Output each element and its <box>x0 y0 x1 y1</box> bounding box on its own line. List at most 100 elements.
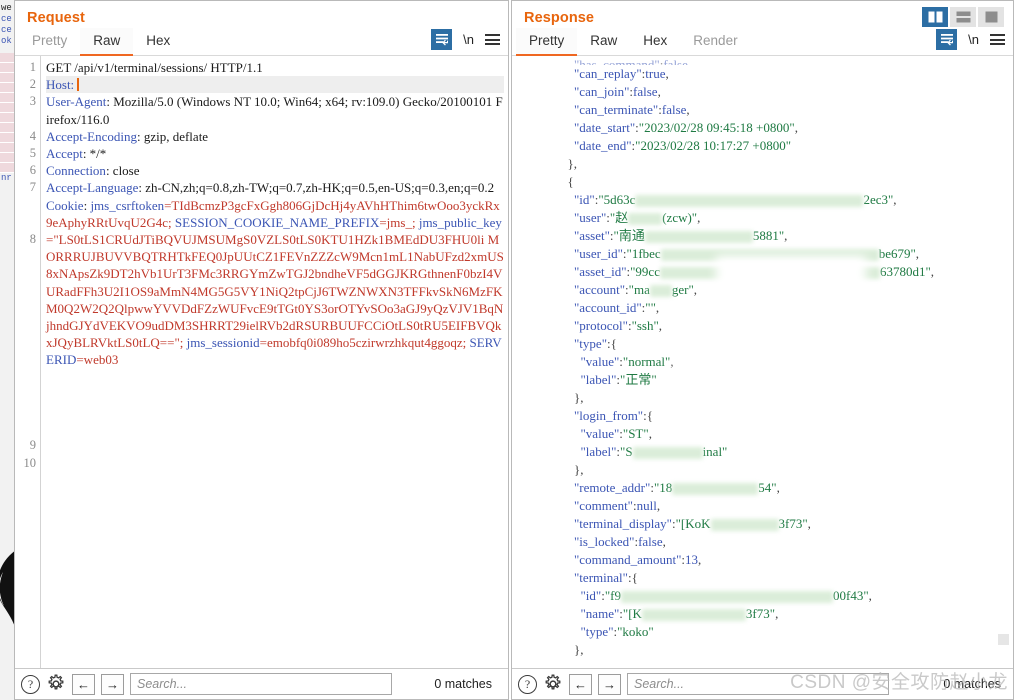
tab-request-pretty[interactable]: Pretty <box>19 28 80 55</box>
gear-icon[interactable] <box>46 674 66 694</box>
json-token: 5881" <box>752 228 785 243</box>
tab-response-raw[interactable]: Raw <box>577 28 630 55</box>
request-line: Connection: close <box>46 162 504 179</box>
response-line: "type":{ <box>561 335 1009 353</box>
response-line: "can_join":false, <box>561 83 1009 101</box>
response-line: "label":"S inal" <box>561 443 1009 461</box>
json-token: null <box>636 498 657 513</box>
redacted-value <box>621 591 833 604</box>
json-token: "command_amount" <box>574 552 682 567</box>
json-token: "account" <box>574 282 626 297</box>
arrow-left-icon[interactable]: ← <box>72 673 95 695</box>
request-search-input[interactable]: Search... <box>130 673 392 695</box>
tab-response-render[interactable]: Render <box>680 28 750 55</box>
json-token: "[KoK <box>675 516 711 531</box>
tab-request-raw[interactable]: Raw <box>80 28 134 56</box>
json-token: "type" <box>580 624 614 639</box>
code-token: Accept-Language <box>46 180 139 196</box>
json-token: "user_id" <box>574 246 623 261</box>
json-token: , <box>686 102 690 117</box>
tab-request-hex[interactable]: Hex <box>133 28 183 55</box>
json-token: "login_from" <box>574 408 644 423</box>
json-token: (zcw)" <box>662 210 698 225</box>
json-token: , <box>648 426 652 441</box>
response-line: "account":"ma ger", <box>561 281 1009 299</box>
json-token: , <box>697 210 701 225</box>
arrow-right-icon[interactable]: → <box>101 673 124 695</box>
text-caret <box>77 78 79 92</box>
json-token: , <box>775 606 779 621</box>
json-token: "asset" <box>574 228 610 243</box>
json-token: "is_locked" <box>574 534 635 549</box>
word-wrap-icon[interactable] <box>936 29 958 50</box>
code-token: : */* <box>82 146 107 162</box>
help-icon[interactable]: ? <box>518 674 537 694</box>
json-token: "comment" <box>574 498 633 513</box>
request-title: Request <box>27 10 85 26</box>
line-number <box>15 386 36 403</box>
json-token: , <box>868 588 872 603</box>
response-line: "comment":null, <box>561 497 1009 515</box>
json-token: "18 <box>653 480 673 495</box>
code-token: Accept-Encoding <box>46 128 137 144</box>
json-token: "" <box>645 300 656 315</box>
arrow-right-icon[interactable]: → <box>598 673 621 695</box>
gear-icon[interactable] <box>543 674 563 694</box>
json-token: "ssh" <box>631 318 659 333</box>
response-body[interactable]: "has_command":false, "can_replay":true, … <box>556 56 1013 668</box>
json-token: 63780d1" <box>879 264 931 279</box>
two-column-icon[interactable] <box>922 7 948 27</box>
line-number: 10 <box>23 455 37 470</box>
layout-toggle-group <box>922 7 1004 27</box>
code-token: SESSION_COOKIE_NAME_PREFIX <box>174 214 380 230</box>
tab-response-hex[interactable]: Hex <box>630 28 680 55</box>
redacted-value <box>672 483 759 496</box>
code-token: : close <box>105 163 140 179</box>
request-body[interactable]: GET /api/v1/terminal/sessions/ HTTP/1.1 H… <box>41 56 508 668</box>
response-editor[interactable]: "has_command":false, "can_replay":true, … <box>512 56 1013 668</box>
redacted-value <box>710 519 779 532</box>
code-token: GET /api/v1/terminal/sessions/ HTTP/1.1 <box>46 60 263 75</box>
line-number <box>15 197 36 214</box>
response-line: "label":"正常" <box>561 371 1009 389</box>
json-token: "terminal" <box>574 570 628 585</box>
response-line: "date_end":"2023/02/28 10:17:27 +0800" <box>561 137 1009 155</box>
json-token: "name" <box>580 606 620 621</box>
json-token: }, <box>574 642 584 657</box>
json-token: "label" <box>580 372 617 387</box>
request-editor[interactable]: 1 2 3 4 5 6 7 8 9 10 GET /api/v1/terminal/sess… <box>15 56 508 668</box>
word-wrap-icon[interactable] <box>431 29 453 50</box>
line-number <box>15 283 36 300</box>
json-token: , <box>784 228 788 243</box>
request-line: GET /api/v1/terminal/sessions/ HTTP/1.1 <box>46 59 504 76</box>
response-line: "command_amount":13, <box>561 551 1009 569</box>
hamburger-icon[interactable] <box>485 34 500 45</box>
json-token: "can_join" <box>574 84 630 99</box>
response-tools: \n <box>936 29 1005 50</box>
tab-response-pretty[interactable]: Pretty <box>516 28 578 56</box>
response-line: { <box>561 173 1009 191</box>
newline-icon[interactable]: \n <box>968 32 979 47</box>
response-scroll-thumb[interactable] <box>998 634 1009 645</box>
json-token: 3f73" <box>778 516 808 531</box>
line-number: 3 <box>29 94 36 109</box>
json-token: "2023/02/28 09:45:18 +0800" <box>638 120 795 135</box>
json-token: , <box>658 318 663 333</box>
json-token: "normal" <box>622 354 671 369</box>
newline-icon[interactable]: \n <box>463 32 474 47</box>
line-number: 1 <box>29 60 36 74</box>
response-line: "terminal":{ <box>561 569 1009 587</box>
redacted-value <box>649 285 672 298</box>
response-line: "can_replay":true, <box>561 65 1009 83</box>
hamburger-icon[interactable] <box>990 34 1005 45</box>
help-icon[interactable]: ? <box>21 674 40 694</box>
redacted-value <box>660 249 879 262</box>
line-number: 9 <box>29 438 36 453</box>
stacked-rows-icon[interactable] <box>950 7 976 27</box>
line-number <box>15 248 36 265</box>
single-pane-icon[interactable] <box>978 7 1004 27</box>
json-token: ger" <box>671 282 694 297</box>
request-line: Accept-Language: zh-CN,zh;q=0.8,zh-TW;q=… <box>46 179 504 196</box>
arrow-left-icon[interactable]: ← <box>569 673 592 695</box>
json-token: "date_end" <box>574 138 632 153</box>
